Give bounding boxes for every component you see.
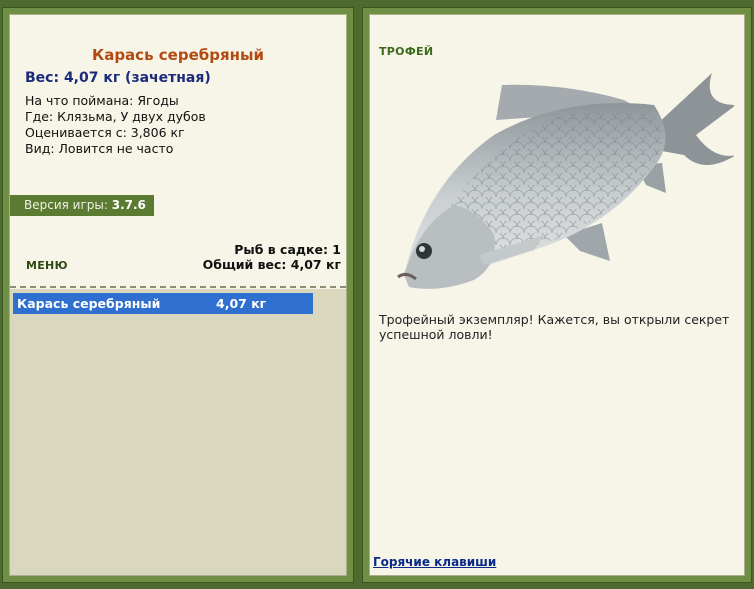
version-bar: Версия игры: 3.7.6: [10, 195, 154, 216]
trophy-text: Трофейный экземпляр! Кажется, вы открыли…: [379, 312, 730, 342]
version-label: Версия игры:: [24, 198, 108, 212]
fish-info-panel: Карась серебряный Вес: 4,07 кг (зачетная…: [9, 14, 347, 576]
bait-line: На что поймана: Ягоды: [25, 93, 179, 108]
fish-weight: Вес: 4,07 кг (зачетная): [25, 70, 211, 86]
valued-from-line: Оценивается с: 3,806 кг: [25, 125, 185, 140]
catch-list: Карась серебряный 4,07 кг: [10, 289, 346, 575]
trophy-label: ТРОФЕЙ: [379, 45, 434, 58]
crucian-carp-fish-image: [397, 73, 734, 289]
fish-title: Карась серебряный: [91, 46, 265, 64]
catch-weight: 4,07 кг: [216, 296, 267, 311]
version-value: 3.7.6: [111, 198, 146, 212]
fish-in-cage: Рыб в садке: 1: [234, 242, 341, 257]
right-panel-frame: ТРОФЕЙ Трофейный экземпляр! Кажется, вы …: [362, 7, 752, 583]
divider: [10, 286, 346, 288]
cage-stats: Рыб в садке: 1 Общий вес: 4,07 кг: [203, 242, 341, 272]
menu-button[interactable]: МЕНЮ: [26, 259, 68, 272]
location-line: Где: Клязьма, У двух дубов: [25, 109, 206, 124]
hotkeys-link[interactable]: Горячие клавиши: [373, 555, 496, 569]
list-item[interactable]: Карась серебряный 4,07 кг: [13, 293, 313, 314]
total-weight: Общий вес: 4,07 кг: [202, 257, 341, 272]
kind-line: Вид: Ловится не часто: [25, 141, 174, 156]
catch-name: Карась серебряный: [17, 296, 161, 311]
trophy-panel: ТРОФЕЙ Трофейный экземпляр! Кажется, вы …: [369, 14, 745, 576]
left-panel-frame: Карась серебряный Вес: 4,07 кг (зачетная…: [2, 7, 354, 583]
